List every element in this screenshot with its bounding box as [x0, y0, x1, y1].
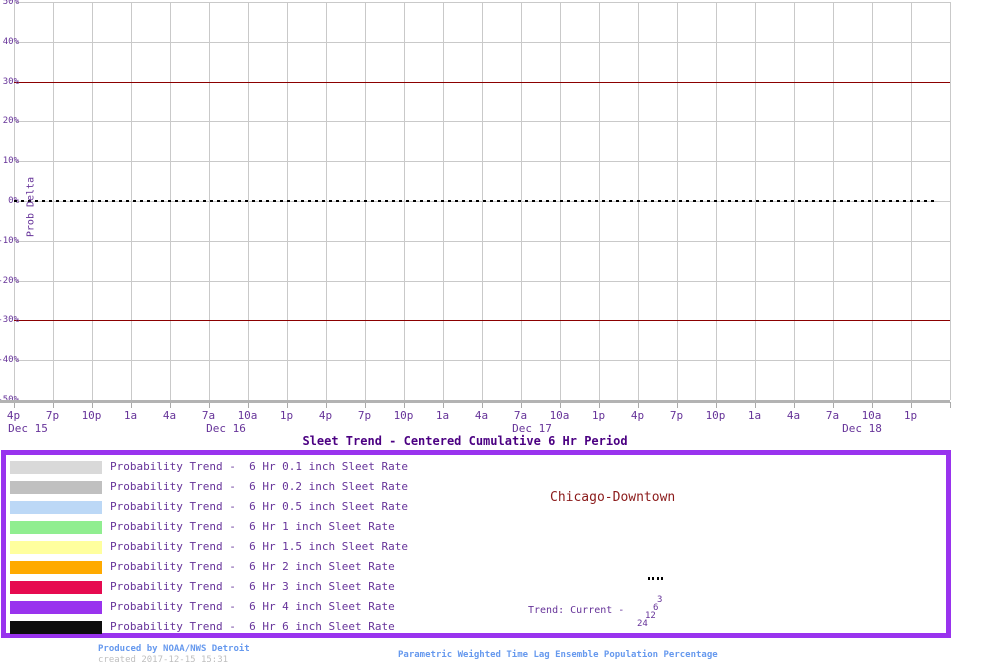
trend-lag-number: 24 [637, 620, 648, 629]
y-tick-label: -30% [0, 315, 19, 325]
y-tick-label: 10% [0, 156, 19, 166]
x-tick-label: 1p [904, 410, 917, 421]
h-gridline [14, 42, 950, 43]
x-tick-label: 4p [7, 410, 20, 421]
trend-current-label: Trend: Current - [528, 605, 624, 616]
x-tick-label: 1a [124, 410, 137, 421]
x-tick-label: 4a [787, 410, 800, 421]
x-tick-label: 7a [514, 410, 527, 421]
trend-dot [652, 577, 654, 580]
x-tick-label: 1a [436, 410, 449, 421]
legend-label: Probability Trend - 6 Hr 0.1 inch Sleet … [110, 460, 408, 474]
legend-label: Probability Trend - 6 Hr 6 inch Sleet Ra… [110, 620, 395, 634]
trend-dot [657, 577, 659, 580]
legend-swatch [10, 481, 102, 494]
x-tick-label: 10p [706, 410, 726, 421]
trend-dot [648, 577, 650, 580]
h-gridline [14, 360, 950, 361]
legend-swatch [10, 541, 102, 554]
legend-label: Probability Trend - 6 Hr 1.5 inch Sleet … [110, 540, 408, 554]
x-tick-label: 1p [592, 410, 605, 421]
x-date-label: Dec 18 [842, 423, 882, 434]
x-tick-label: 10a [550, 410, 570, 421]
zero-value-series-line [14, 200, 936, 202]
x-tick-label: 1p [280, 410, 293, 421]
x-tick-label: 4a [163, 410, 176, 421]
chart-title: Sleet Trend - Centered Cumulative 6 Hr P… [302, 434, 627, 448]
h-gridline [14, 121, 950, 122]
x-tick-label: 10a [862, 410, 882, 421]
x-tick-label: 7p [670, 410, 683, 421]
h-gridline [14, 161, 950, 162]
h-gridline [14, 2, 950, 3]
legend-label: Probability Trend - 6 Hr 0.2 inch Sleet … [110, 480, 408, 494]
h-gridline [14, 281, 950, 282]
y-tick-label: 50% [0, 0, 19, 7]
x-tick-label: 10p [82, 410, 102, 421]
legend-label: Probability Trend - 6 Hr 3 inch Sleet Ra… [110, 580, 395, 594]
y-tick-label: 20% [0, 116, 19, 126]
legend-swatch [10, 521, 102, 534]
trend-dot [661, 577, 663, 580]
x-date-label: Dec 17 [512, 423, 552, 434]
legend-label: Probability Trend - 6 Hr 2 inch Sleet Ra… [110, 560, 395, 574]
threshold-line [14, 82, 950, 83]
sleet-trend-chart: 50%40%30%20%10%0%-10%-20%-30%-40%-50%4p7… [0, 0, 1000, 670]
trend-dots [648, 577, 663, 580]
location-label: Chicago-Downtown [550, 491, 675, 504]
y-tick-label: 40% [0, 37, 19, 47]
legend-swatch [10, 501, 102, 514]
x-date-label: Dec 15 [8, 423, 48, 434]
legend-swatch [10, 561, 102, 574]
footer-produced-by: Produced by NOAA/NWS Detroit [98, 644, 250, 654]
legend-swatch [10, 581, 102, 594]
y-tick-label: -20% [0, 276, 19, 286]
x-tick-label: 4p [319, 410, 332, 421]
x-tick-label: 10p [394, 410, 414, 421]
x-tick-label: 10a [238, 410, 258, 421]
y-tick-label: -10% [0, 236, 19, 246]
x-axis-line [0, 400, 950, 403]
legend-swatch [10, 461, 102, 474]
legend-label: Probability Trend - 6 Hr 4 inch Sleet Ra… [110, 600, 395, 614]
y-tick-label: 30% [0, 77, 19, 87]
x-tick-label: 1a [748, 410, 761, 421]
threshold-line [14, 320, 950, 321]
x-tick-label: 7p [358, 410, 371, 421]
legend-label: Probability Trend - 6 Hr 0.5 inch Sleet … [110, 500, 408, 514]
x-tick-label: 7p [46, 410, 59, 421]
footer-created-timestamp: created 2017-12-15 15:31 [98, 655, 228, 665]
x-tick-label: 4a [475, 410, 488, 421]
x-date-label: Dec 16 [206, 423, 246, 434]
y-axis-title: Prob Delta [26, 177, 37, 237]
h-gridline [14, 241, 950, 242]
legend-label: Probability Trend - 6 Hr 1 inch Sleet Ra… [110, 520, 395, 534]
footer-description: Parametric Weighted Time Lag Ensemble Po… [398, 650, 718, 660]
legend-swatch [10, 621, 102, 634]
v-gridline [950, 2, 951, 400]
x-tick-label: 7a [202, 410, 215, 421]
legend-swatch [10, 601, 102, 614]
x-tick-label: 7a [826, 410, 839, 421]
y-tick-label: -40% [0, 355, 19, 365]
x-tick-label: 4p [631, 410, 644, 421]
